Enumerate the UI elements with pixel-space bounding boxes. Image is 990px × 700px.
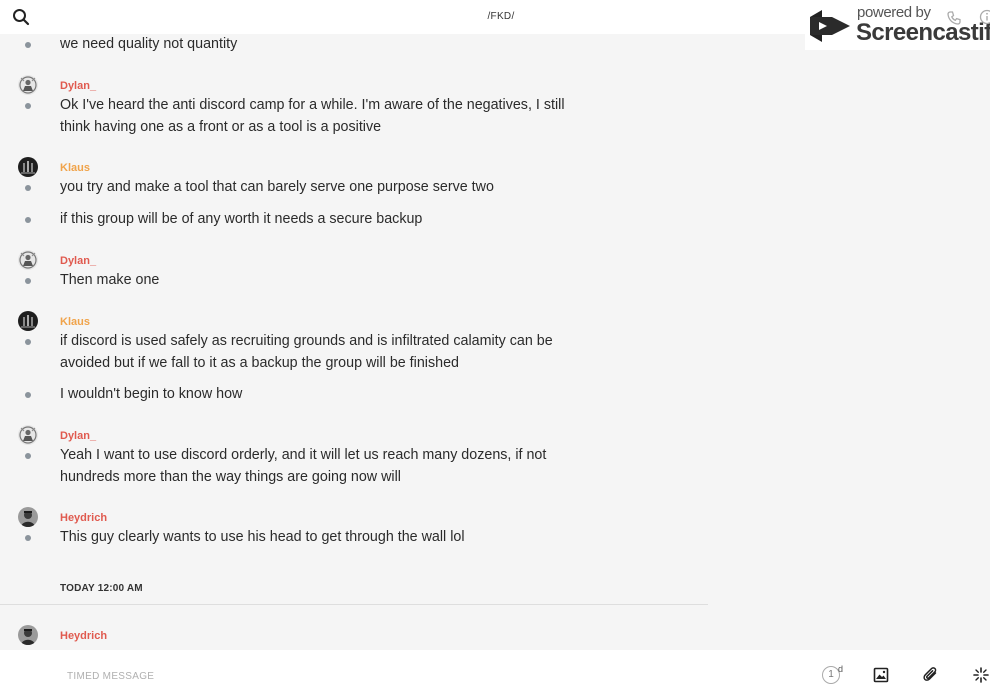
info-button[interactable] (979, 9, 990, 30)
message-bullet (25, 217, 31, 223)
message-text: I wouldn't begin to know how (60, 386, 243, 402)
message-author[interactable]: Dylan_ (60, 80, 96, 92)
avatar-heydrich[interactable] (18, 625, 38, 645)
screencastify-logo-icon (810, 10, 850, 42)
paperclip-icon (923, 667, 937, 681)
avatar-image-icon (18, 425, 38, 445)
message-text: you try and make a tool that can barely … (60, 179, 494, 195)
avatar-dylan[interactable] (18, 75, 38, 95)
info-icon (979, 9, 990, 25)
avatar-heydrich[interactable] (18, 507, 38, 527)
chat-window: /FKD/ powered by Screencastify we need q… (0, 0, 990, 700)
avatar-image-icon (18, 157, 38, 177)
phone-icon (947, 11, 961, 25)
message-text: if this group will be of any worth it ne… (60, 211, 423, 227)
message-bullet (25, 453, 31, 459)
message-bullet (25, 392, 31, 398)
image-button[interactable] (873, 667, 889, 688)
message-text: Then make one (60, 272, 160, 288)
message-bullet (25, 185, 31, 191)
message-author[interactable]: Heydrich (60, 630, 107, 642)
message-bullet (25, 278, 31, 284)
message-text: Ok I've heard the anti discord camp for … (60, 97, 565, 135)
avatar-klaus[interactable] (18, 311, 38, 331)
call-button[interactable] (946, 10, 962, 31)
avatar-image-icon (18, 75, 38, 95)
message-bullet (25, 42, 31, 48)
avatar-image-icon (18, 625, 38, 645)
divider-line (0, 604, 708, 605)
message-text: we need quality not quantity (60, 36, 238, 52)
message-text: if discord is used safely as recruiting … (60, 333, 553, 371)
message-bullet (25, 535, 31, 541)
message-list[interactable]: we need quality not quantity Dylan_ Ok I… (0, 34, 708, 650)
message-author[interactable]: Klaus (60, 316, 90, 328)
avatar-dylan[interactable] (18, 250, 38, 270)
date-divider: TODAY 12:00 AM (60, 583, 143, 594)
avatar-klaus[interactable] (18, 157, 38, 177)
message-text: This guy clearly wants to use his head t… (60, 529, 465, 545)
message-author[interactable]: Heydrich (60, 512, 107, 524)
watermark-brand-text: Screencastify (856, 19, 990, 46)
timer-unit: d (838, 664, 844, 674)
message-bullet (25, 339, 31, 345)
more-button[interactable] (972, 666, 990, 689)
message-input[interactable] (60, 668, 667, 684)
attach-button[interactable] (922, 666, 940, 689)
avatar-image-icon (18, 311, 38, 331)
image-icon (873, 667, 889, 683)
avatar-image-icon (18, 507, 38, 527)
avatar-image-icon (18, 250, 38, 270)
message-author[interactable]: Klaus (60, 162, 90, 174)
top-bar: /FKD/ powered by Screencastify (0, 0, 990, 50)
message-author[interactable]: Dylan_ (60, 255, 96, 267)
screencastify-watermark: powered by Screencastify (805, 0, 990, 50)
avatar-dylan[interactable] (18, 425, 38, 445)
message-bullet (25, 103, 31, 109)
message-text: Yeah I want to use discord orderly, and … (60, 447, 547, 485)
message-author[interactable]: Dylan_ (60, 430, 96, 442)
sparkle-icon (973, 667, 989, 683)
composer-bar: 1 d (0, 650, 990, 700)
